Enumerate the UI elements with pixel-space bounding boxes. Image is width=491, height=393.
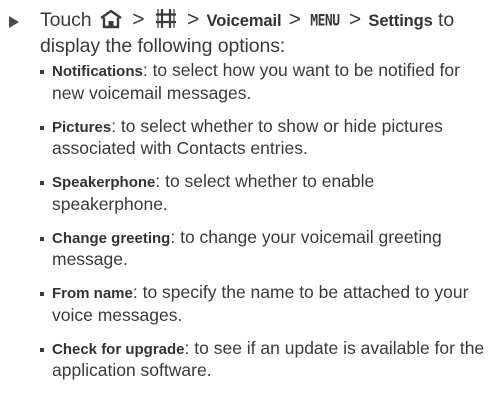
option-from-name: From name: to specify the name to be att… xyxy=(40,282,488,326)
option-term: From name xyxy=(52,285,133,302)
option-desc: : to select whether to show or hide pict… xyxy=(52,115,443,159)
square-bullet-icon xyxy=(40,125,44,130)
instruction-step: Touch > > Voicemail > MENU > Settings to… xyxy=(9,7,487,59)
voicemail-label: Voicemail xyxy=(206,12,282,30)
step-arrow-icon xyxy=(9,16,19,28)
option-term: Speakerphone xyxy=(52,174,156,191)
separator: > xyxy=(288,8,301,31)
separator: > xyxy=(132,8,145,31)
option-term: Check for upgrade xyxy=(52,340,185,358)
option-term: Pictures xyxy=(52,118,112,136)
options-list: Notifications: to select how you want to… xyxy=(40,60,488,393)
home-icon xyxy=(100,9,122,29)
instruction-text: Touch > > Voicemail > MENU > Settings to… xyxy=(40,7,487,59)
touch-word: Touch xyxy=(40,9,92,31)
option-term: Notifications xyxy=(52,63,143,80)
square-bullet-icon xyxy=(40,292,44,296)
menu-key-label: MENU xyxy=(310,12,340,31)
settings-label: Settings xyxy=(368,12,433,30)
square-bullet-icon xyxy=(40,236,44,241)
option-check-for-upgrade: Check for upgrade: to see if an update i… xyxy=(40,338,488,382)
apps-grid-icon xyxy=(155,9,176,28)
square-bullet-icon xyxy=(40,181,44,185)
option-speakerphone: Speakerphone: to select whether to enabl… xyxy=(40,171,488,215)
separator: > xyxy=(187,8,200,31)
option-term: Change greeting xyxy=(52,229,171,247)
option-pictures: Pictures: to select whether to show or h… xyxy=(40,116,488,160)
separator: > xyxy=(348,8,362,31)
square-bullet-icon xyxy=(40,347,44,352)
square-bullet-icon xyxy=(40,70,44,74)
option-notifications: Notifications: to select how you want to… xyxy=(40,60,488,104)
manual-page: Touch > > Voicemail > MENU > Settings to… xyxy=(0,0,491,381)
option-change-greeting: Change greeting: to change your voicemai… xyxy=(40,227,488,271)
